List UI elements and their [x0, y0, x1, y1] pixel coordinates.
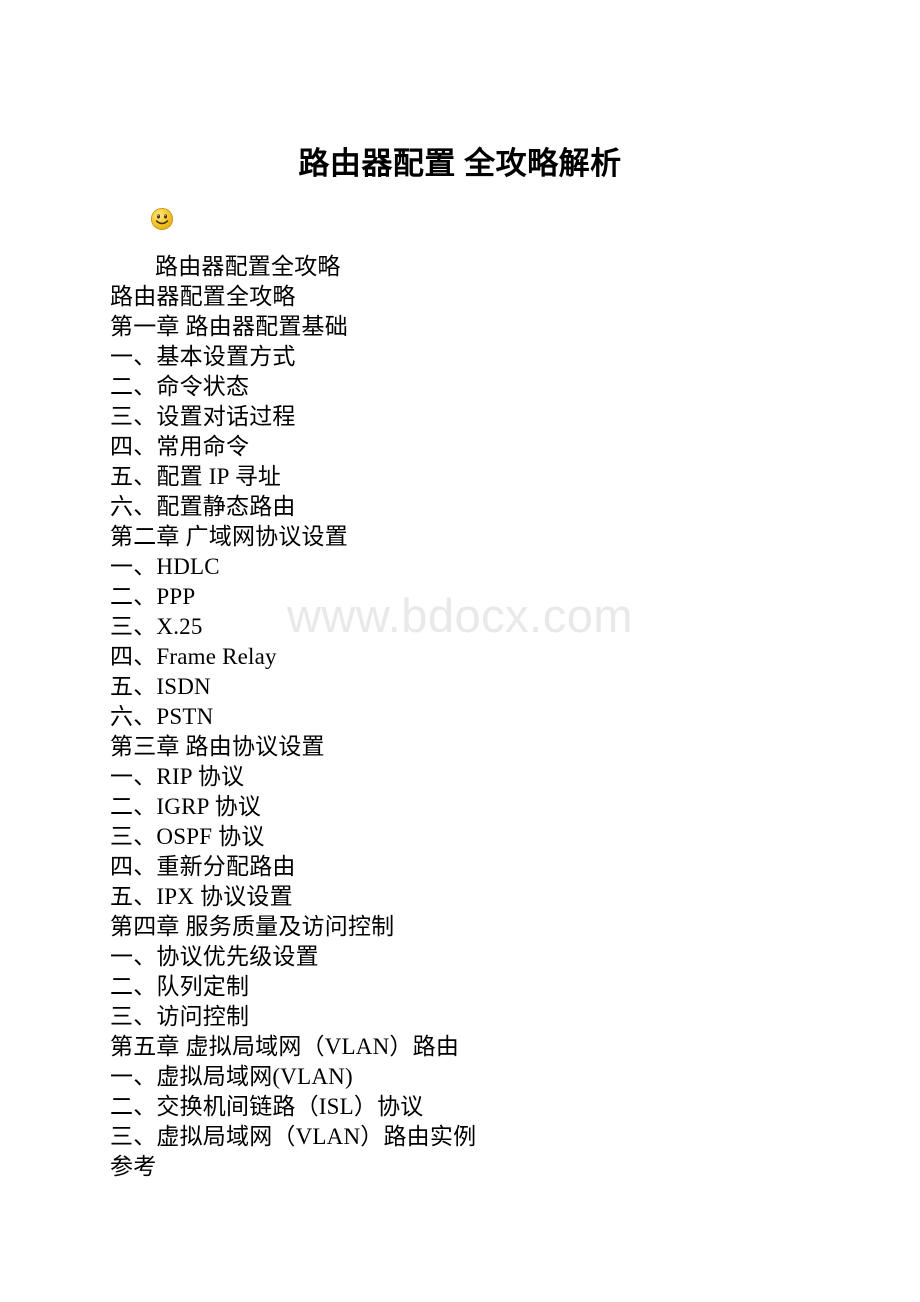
outline-line: 路由器配置全攻略 — [155, 254, 341, 279]
outline-line: 第二章 广域网协议设置 — [110, 524, 348, 549]
outline-line: 四、常用命令 — [110, 434, 250, 459]
outline-line: 四、Frame Relay — [110, 644, 277, 669]
outline-line: 第四章 服务质量及访问控制 — [110, 914, 395, 939]
outline-line: 一、协议优先级设置 — [110, 944, 319, 969]
smiley-face-icon — [150, 207, 174, 231]
outline-line: 四、重新分配路由 — [110, 854, 296, 879]
page-title: 路由器配置 全攻略解析 — [298, 146, 622, 181]
outline-line: 第一章 路由器配置基础 — [110, 314, 348, 339]
document-outline-list: 路由器配置全攻略 路由器配置全攻略 第一章 路由器配置基础 一、基本设置方式 二… — [110, 252, 910, 1182]
outline-line: 二、IGRP 协议 — [110, 794, 262, 819]
outline-line: 五、ISDN — [110, 674, 211, 699]
outline-line: 参考 — [110, 1154, 157, 1179]
outline-line: 一、RIP 协议 — [110, 764, 245, 789]
outline-line: 三、虚拟局域网（VLAN）路由实例 — [110, 1124, 477, 1149]
outline-line: 二、PPP — [110, 584, 196, 609]
emoji-row — [150, 207, 174, 231]
outline-line: 一、基本设置方式 — [110, 344, 296, 369]
outline-line: 五、IPX 协议设置 — [110, 884, 293, 909]
outline-line: 二、交换机间链路（ISL）协议 — [110, 1094, 424, 1119]
outline-line: 五、配置 IP 寻址 — [110, 464, 282, 489]
document-page: www.bdocx.com 路由器配置 全攻略解析 路由器配置全攻略 路由器配置… — [0, 0, 920, 1302]
outline-line: 一、HDLC — [110, 554, 220, 579]
outline-line: 六、PSTN — [110, 704, 214, 729]
outline-line: 第三章 路由协议设置 — [110, 734, 325, 759]
outline-line: 一、虚拟局域网(VLAN) — [110, 1064, 353, 1089]
outline-line: 六、配置静态路由 — [110, 494, 296, 519]
outline-line: 第五章 虚拟局域网（VLAN）路由 — [110, 1034, 460, 1059]
outline-line: 二、命令状态 — [110, 374, 250, 399]
outline-line: 三、OSPF 协议 — [110, 824, 265, 849]
outline-line: 三、设置对话过程 — [110, 404, 296, 429]
outline-line: 路由器配置全攻略 — [110, 284, 296, 309]
outline-line: 三、X.25 — [110, 614, 203, 639]
outline-line: 二、队列定制 — [110, 974, 250, 999]
outline-line: 三、访问控制 — [110, 1004, 250, 1029]
